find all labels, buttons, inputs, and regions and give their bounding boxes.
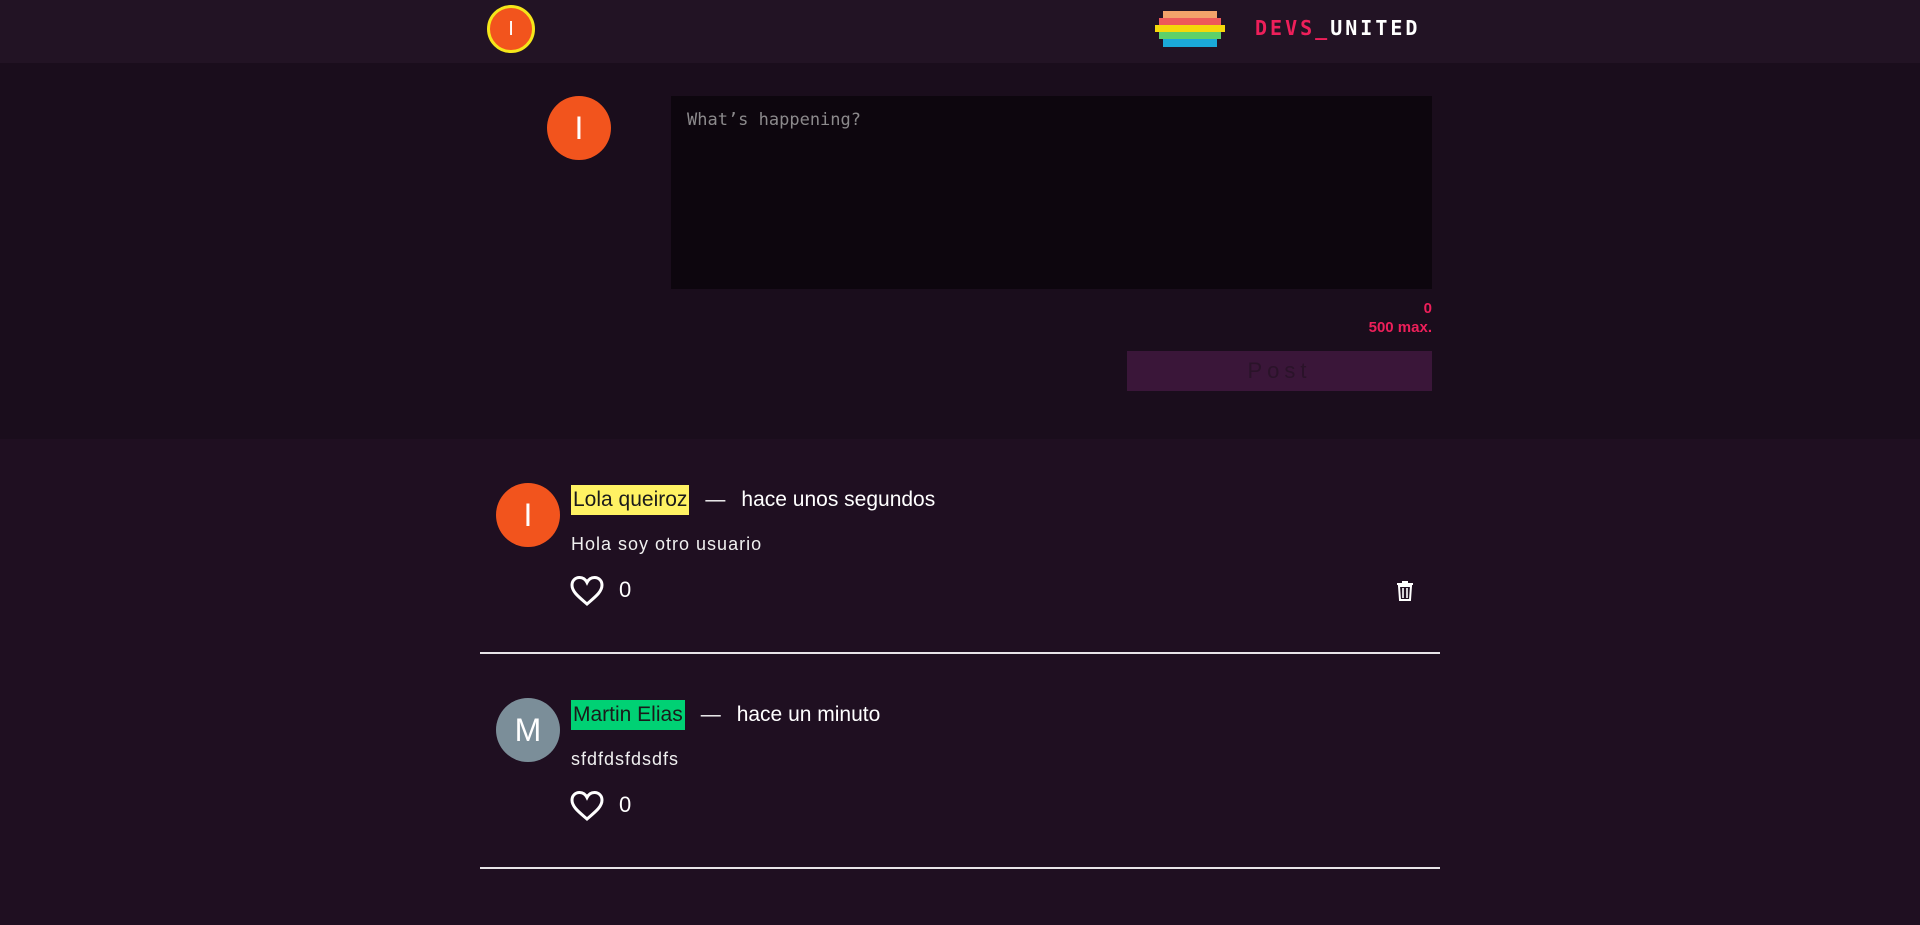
trash-icon[interactable] [1393, 579, 1417, 603]
post-text: sfdfdsfdsdfs [571, 749, 680, 769]
post-username[interactable]: Martin Elias [571, 700, 685, 730]
post-timestamp: hace unos segundos [741, 488, 936, 511]
logo-united: UNITED [1330, 16, 1421, 40]
post-header: Martin Elias — hace un minuto [571, 700, 880, 730]
post-username[interactable]: Lola queiroz [571, 485, 690, 515]
post-header: Lola queiroz — hace unos segundos [571, 485, 935, 515]
heart-icon[interactable] [569, 575, 605, 607]
feed-post: M Martin Elias — hace un minuto sfdfdsfd… [480, 654, 1440, 869]
post-textarea[interactable] [671, 96, 1432, 289]
separator-dash: — [700, 703, 721, 726]
feed-post: I Lola queiroz — hace unos segundos Hola… [480, 439, 1440, 654]
composer-avatar: I [547, 96, 611, 160]
avatar-initial: I [574, 109, 584, 146]
char-count-value: 0 [1423, 300, 1432, 317]
heart-icon[interactable] [569, 790, 605, 822]
logo-devs: DEVS_ [1255, 16, 1331, 40]
post-avatar: I [496, 483, 560, 547]
avatar-initial: I [523, 496, 533, 533]
user-avatar-button[interactable]: I [487, 5, 535, 53]
char-count-max: 500 max. [1368, 319, 1432, 336]
logo-flag-icon [1155, 11, 1225, 47]
character-counter: 0 500 max. [1300, 299, 1432, 337]
post-timestamp: hace un minuto [736, 703, 881, 726]
avatar-initial: M [514, 711, 542, 748]
separator-dash: — [705, 488, 726, 511]
avatar-initial: I [508, 17, 514, 40]
post-avatar: M [496, 698, 560, 762]
like-count: 0 [619, 792, 632, 817]
post-button[interactable]: Post [1127, 351, 1432, 391]
top-nav: I DEVS_UNITED [0, 0, 1920, 63]
post-composer: I 0 500 max. Post [0, 63, 1920, 439]
brand-logo-text: DEVS_UNITED [1255, 16, 1420, 40]
like-count: 0 [619, 577, 632, 602]
post-text: Hola soy otro usuario [571, 534, 763, 554]
